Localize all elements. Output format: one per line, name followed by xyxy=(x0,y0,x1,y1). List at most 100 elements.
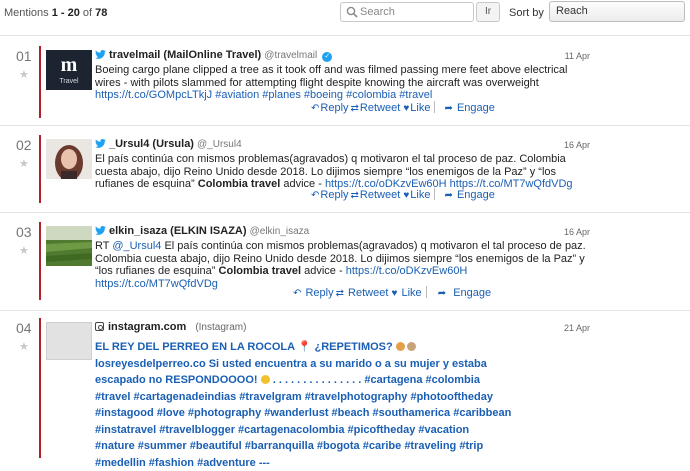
twitter-icon xyxy=(95,50,106,59)
mention-number: 02 xyxy=(16,137,32,153)
dog-icon xyxy=(407,342,416,351)
mention-link[interactable]: https://t.co/MT7wQfdVDg xyxy=(95,278,218,290)
mention-date: 11 Apr xyxy=(548,51,590,61)
mentions-total: 78 xyxy=(95,7,107,19)
engage-button[interactable]: Engage xyxy=(457,102,495,114)
engage-button[interactable]: Engage xyxy=(457,189,495,201)
avatar[interactable] xyxy=(46,322,92,360)
mention-item: 03 ★ elkin_isaza (ELKIN ISAZA) @elkin_is… xyxy=(0,224,690,304)
twitter-icon xyxy=(95,226,106,235)
mentions-count: Mentions 1 - 20 of 78 xyxy=(4,7,107,19)
retweet-button[interactable]: Retweet xyxy=(360,102,400,114)
mention-number: 04 xyxy=(16,320,32,336)
sort-select[interactable]: Reach xyxy=(549,1,685,22)
mention-links[interactable]: https://t.co/GOMpcLTkjJ #aviation #plane… xyxy=(95,89,432,101)
post-title-question: ¿REPETIMOS? xyxy=(315,341,393,353)
author-name[interactable]: elkin_isaza (ELKIN ISAZA) xyxy=(109,225,247,237)
pin-icon: 📍 xyxy=(298,341,312,353)
mailonline-logo: m Travel xyxy=(46,50,92,90)
mention-content: travelmail (MailOnline Travel) @travelma… xyxy=(95,48,590,102)
reply-icon: ↶ xyxy=(311,103,319,114)
retweet-button[interactable]: Retweet xyxy=(348,287,388,299)
post-hashtags: #instatravel #travelblogger #cartagenaco… xyxy=(95,422,590,439)
like-icon: ♥ xyxy=(403,190,409,201)
divider xyxy=(0,310,690,311)
like-button[interactable]: Like xyxy=(410,189,430,201)
author-name[interactable]: _Ursul4 (Ursula) xyxy=(109,138,194,150)
retweet-button[interactable]: Retweet xyxy=(360,189,400,201)
separator xyxy=(434,188,435,200)
emoji-icon xyxy=(261,375,270,384)
separator xyxy=(426,286,427,298)
retweet-prefix: RT xyxy=(95,240,109,252)
reply-button[interactable]: Reply xyxy=(305,287,333,299)
avatar[interactable] xyxy=(46,226,92,266)
mention-date: 21 Apr xyxy=(548,323,590,333)
svg-text:Travel: Travel xyxy=(59,78,79,85)
like-icon: ♥ xyxy=(403,103,409,114)
mention-text: Boeing cargo plane clipped a tree as it … xyxy=(95,64,590,102)
retweet-icon: ⇄ xyxy=(351,190,359,201)
search-input[interactable] xyxy=(360,4,470,20)
like-button[interactable]: Like xyxy=(410,102,430,114)
avatar[interactable] xyxy=(46,139,92,179)
mention-actions: ↶Reply⇄Retweet ♥Like ➦ Engage xyxy=(311,101,495,114)
reply-button[interactable]: Reply xyxy=(320,102,348,114)
star-icon[interactable]: ★ xyxy=(19,340,29,353)
mention-header: _Ursul4 (Ursula) @_Ursul4 xyxy=(95,137,590,152)
author-name[interactable]: travelmail (MailOnline Travel) xyxy=(109,49,261,61)
mention-item: 01 ★ m Travel travelmail (MailOnline Tra… xyxy=(0,48,690,118)
mention-header: travelmail (MailOnline Travel) @travelma… xyxy=(95,48,590,63)
sort-by-label: Sort by xyxy=(509,7,544,19)
results-toolbar: Mentions 1 - 20 of 78 Ir Sort by Reach xyxy=(0,0,690,26)
reply-button[interactable]: Reply xyxy=(320,189,348,201)
mention-accent-bar xyxy=(39,135,41,203)
mention-text: El país continúa con mismos problemas(ag… xyxy=(95,153,590,191)
search-submit-button[interactable]: Ir xyxy=(476,2,500,22)
mention-header: instagram.com (Instagram) xyxy=(95,320,590,335)
mentioned-user[interactable]: @_Ursul4 xyxy=(112,240,161,252)
star-icon[interactable]: ★ xyxy=(19,157,29,170)
mention-text: RT @_Ursul4 El país continúa con mismos … xyxy=(95,240,590,290)
like-button[interactable]: Like xyxy=(401,287,421,299)
post-hashtags: #instagood #love #photography #wanderlus… xyxy=(95,405,590,422)
post-hashtags: #nature #summer #beautiful #barranquilla… xyxy=(95,438,590,455)
mention-number: 03 xyxy=(16,224,32,240)
twitter-icon xyxy=(95,139,106,148)
mention-number: 01 xyxy=(16,48,32,64)
star-icon[interactable]: ★ xyxy=(19,244,29,257)
reply-icon: ↶ xyxy=(293,288,301,299)
mention-accent-bar xyxy=(39,318,41,458)
search-box[interactable] xyxy=(340,2,474,22)
mentions-range: 1 - 20 xyxy=(52,7,80,19)
keyword-highlight: Colombia travel xyxy=(198,178,281,190)
separator xyxy=(434,101,435,113)
mention-body-tail: advice - xyxy=(304,265,343,277)
avatar[interactable]: m Travel xyxy=(46,50,92,90)
instagram-icon xyxy=(95,322,104,331)
author-name[interactable]: instagram.com xyxy=(108,321,186,333)
svg-text:m: m xyxy=(61,54,78,76)
retweet-icon: ⇄ xyxy=(336,288,344,299)
author-handle[interactable]: @_Ursul4 xyxy=(197,139,242,150)
mention-link[interactable]: https://t.co/oDKzvEw60H xyxy=(346,265,468,277)
mention-item: 04 ★ instagram.com (Instagram) EL REY DE… xyxy=(0,320,690,458)
mention-text: EL REY DEL PERREO EN LA ROCOLA 📍 ¿REPETI… xyxy=(95,339,590,471)
verified-icon: ✓ xyxy=(322,52,332,62)
reply-icon: ↶ xyxy=(311,190,319,201)
post-hashtags: #travel #cartagenadeindias #travelgram #… xyxy=(95,389,590,406)
retweet-icon: ⇄ xyxy=(351,103,359,114)
engage-icon: ➦ xyxy=(445,190,453,201)
mentions-label: Mentions xyxy=(4,7,49,19)
keyword-highlight: Colombia travel xyxy=(219,265,302,277)
author-handle[interactable]: @elkin_isaza xyxy=(250,226,310,237)
post-title: EL REY DEL PERREO EN LA ROCOLA xyxy=(95,341,295,353)
mention-date: 16 Apr xyxy=(548,140,590,150)
author-handle[interactable]: @travelmail xyxy=(264,50,317,61)
star-icon[interactable]: ★ xyxy=(19,68,29,81)
post-line: . . . . . . . . . . . . . . . #cartagena… xyxy=(273,374,480,386)
engage-button[interactable]: Engage xyxy=(453,287,491,299)
post-line: escapado no RESPONDOOOO! xyxy=(95,374,258,386)
mention-content: instagram.com (Instagram) EL REY DEL PER… xyxy=(95,320,590,471)
mention-content: _Ursul4 (Ursula) @_Ursul4 El país contin… xyxy=(95,137,590,191)
